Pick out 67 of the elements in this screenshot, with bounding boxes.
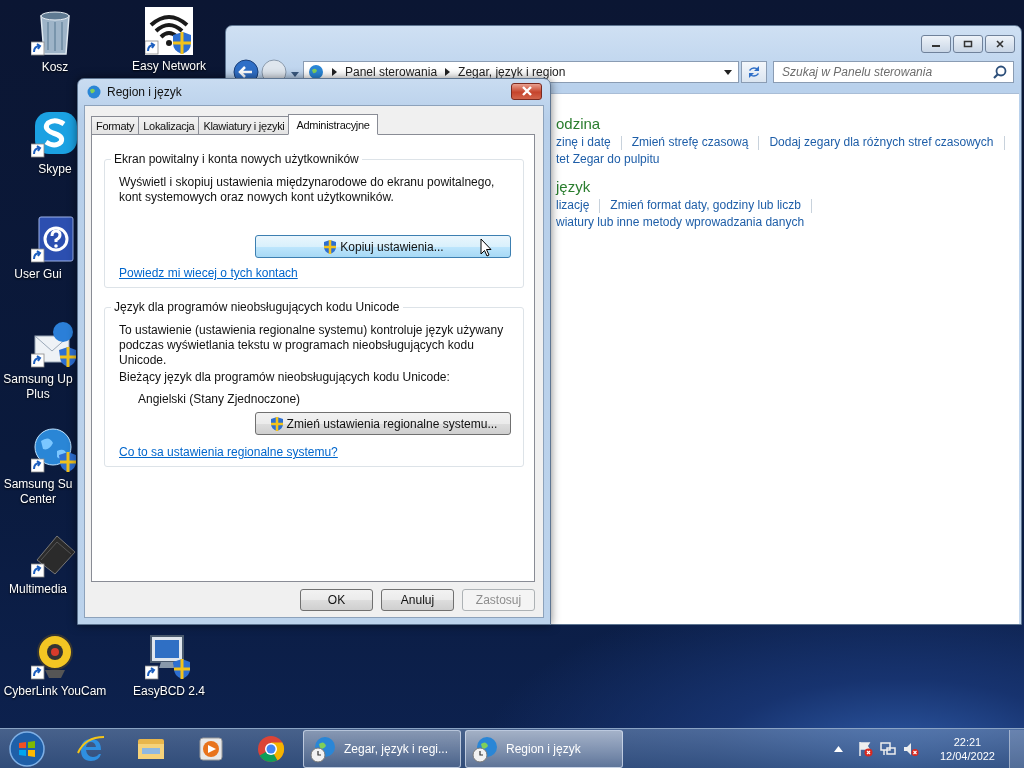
tab[interactable]: Klawiatury i języki — [198, 116, 290, 135]
description-text: Bieżący język dla programów nieobsługujących kodu Unicode: — [119, 370, 451, 385]
desktop-icon-label[interactable]: Samsung Su Center — [0, 477, 76, 507]
dialog-button[interactable]: OK — [300, 589, 373, 611]
current-language-value: Angielski (Stany Zjednoczone) — [138, 392, 302, 406]
close-button[interactable] — [511, 82, 542, 100]
desktop-icon-label[interactable]: User Gui — [0, 267, 76, 282]
tab[interactable]: Administracyjne — [288, 114, 378, 135]
desktop-icon-label[interactable]: EasyBCD 2.4 — [114, 684, 224, 699]
globe-icon — [308, 64, 324, 80]
mouse-cursor-icon — [480, 238, 492, 257]
tab[interactable]: Lokalizacja — [138, 116, 199, 135]
group-title: Ekran powitalny i konta nowych użytkowników — [113, 152, 360, 166]
desktop-icon-label[interactable]: Samsung Up Plus — [0, 372, 76, 402]
task-link[interactable]: Zmień strefę czasową — [631, 134, 749, 151]
description-text: Wyświetl i skopiuj ustawienia międzynarodowe do ekranu powitalnego, kont systemowych oraz nowych kont użytkowników. — [119, 175, 496, 205]
monitor-icon[interactable] — [145, 632, 193, 680]
task-link[interactable]: Zmień format daty, godziny lub liczb — [610, 197, 801, 214]
task-link[interactable]: lizację — [556, 197, 590, 214]
group-title: Język dla programów nieobsługujących kodu Unicode — [113, 300, 401, 314]
desktop-icon-label[interactable]: Multimedia — [0, 582, 76, 597]
refresh-icon — [746, 64, 762, 80]
tab[interactable]: Formaty — [91, 116, 139, 135]
category-heading[interactable]: język — [556, 177, 591, 197]
help-link[interactable]: Powiedz mi wiecej o tych kontach — [119, 266, 298, 280]
globe-icon — [86, 84, 102, 100]
desktop-icon-label[interactable]: Easy Network — [114, 59, 224, 74]
breadcrumb[interactable]: Panel sterowania — [345, 65, 438, 79]
shield-icon — [268, 415, 285, 432]
wifi-shield-icon[interactable] — [145, 7, 193, 55]
restore-button[interactable] — [953, 35, 983, 53]
task-link[interactable]: wiatury lub inne metody wprowadzania danych — [556, 214, 805, 231]
shield-button[interactable]: Zmień ustawienia regionalne systemu... — [255, 412, 511, 435]
chat-bubble-icon[interactable] — [31, 110, 79, 158]
close-icon — [520, 86, 533, 96]
task-link[interactable]: zinę i datę — [556, 134, 611, 151]
envelope-globe-icon[interactable] — [31, 320, 79, 368]
shield-icon — [322, 238, 339, 255]
search-icon[interactable] — [993, 65, 1007, 79]
clock[interactable]: 22:21 12/04/2022 — [939, 734, 995, 763]
network-icon[interactable] — [879, 740, 896, 757]
globe-clock-icon — [472, 734, 500, 763]
globe-icon[interactable] — [31, 425, 79, 473]
desktop-icon-label[interactable]: Kosz — [0, 60, 110, 75]
dialog-button[interactable]: Anuluj — [381, 589, 454, 611]
close-button[interactable] — [985, 35, 1015, 53]
shield-button[interactable]: Kopiuj ustawienia... — [255, 235, 511, 258]
breadcrumb-arrow-icon — [332, 68, 337, 76]
search-field[interactable]: Szukaj w Panelu sterowania — [773, 61, 1014, 83]
flag-error-icon[interactable] — [856, 740, 873, 757]
show-hidden-icons-button[interactable] — [833, 745, 843, 752]
breadcrumb-arrow-icon — [445, 68, 451, 76]
refresh-button[interactable] — [741, 61, 767, 83]
restore-icon — [963, 39, 973, 49]
help-link[interactable]: Co to sa ustawienia regionalne systemu? — [119, 445, 338, 459]
desktop-icon-label[interactable]: CyberLink YouCam — [0, 684, 110, 699]
window-title: Region i język — [107, 85, 182, 99]
taskbar-window-button[interactable]: Zegar, język i regi... — [303, 729, 461, 768]
description-text: To ustawienie (ustawienia regionalne systemu) kontroluje język używany podczas wyświetlania tekstu w programach nieobsługujących kodu Unicode. — [119, 323, 505, 368]
start-button[interactable] — [8, 729, 46, 768]
minimize-button[interactable] — [921, 35, 951, 53]
category-heading[interactable]: odzina — [556, 114, 601, 134]
globe-clock-icon — [310, 734, 338, 763]
task-link[interactable]: tet Zegar do pulpitu — [556, 151, 660, 168]
task-link[interactable]: Dodaj zegary dla różnych stref czasowych — [769, 134, 994, 151]
close-icon — [995, 39, 1005, 49]
dropdown-arrow-icon[interactable] — [724, 69, 732, 75]
